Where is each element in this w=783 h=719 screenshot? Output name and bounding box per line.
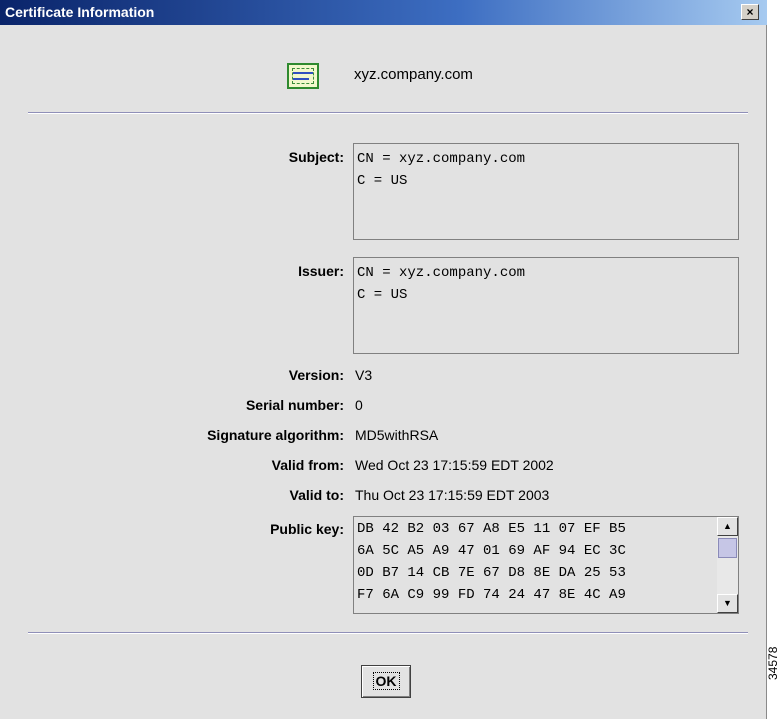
valid-to-label: Valid to: xyxy=(289,487,344,503)
valid-to-value: Thu Oct 23 17:15:59 EDT 2003 xyxy=(355,487,550,503)
public-key-textarea[interactable]: DB 42 B2 03 67 A8 E5 11 07 EF B5 6A 5C A… xyxy=(353,516,739,614)
subject-textarea[interactable]: CN = xyz.company.com C = US xyxy=(353,143,739,240)
issuer-line: CN = xyz.company.com xyxy=(357,265,526,281)
ok-button-label: OK xyxy=(372,672,400,690)
public-key-scrollbar[interactable]: ▲ ▼ xyxy=(717,517,738,613)
scroll-up-icon[interactable]: ▲ xyxy=(717,517,738,536)
public-key-line: 0D B7 14 CB 7E 67 D8 8E DA 25 53 xyxy=(357,565,626,581)
title-bar: Certificate Information × xyxy=(0,0,767,25)
public-key-label: Public key: xyxy=(270,521,344,537)
close-button[interactable]: × xyxy=(741,4,759,20)
public-key-line: 6A 5C A5 A9 47 01 69 AF 94 EC 3C xyxy=(357,543,626,559)
signature-algorithm-value: MD5withRSA xyxy=(355,427,439,443)
scrollbar-thumb[interactable] xyxy=(718,538,737,558)
subject-line: C = US xyxy=(357,173,408,189)
certificate-name: xyz.company.com xyxy=(354,66,473,83)
window-title: Certificate Information xyxy=(5,4,155,20)
public-key-line: DB 42 B2 03 67 A8 E5 11 07 EF B5 xyxy=(357,521,626,537)
valid-from-label: Valid from: xyxy=(271,457,344,473)
bottom-separator xyxy=(28,632,748,634)
serial-number-label: Serial number: xyxy=(245,397,344,413)
scroll-down-icon[interactable]: ▼ xyxy=(717,594,738,613)
issuer-textarea[interactable]: CN = xyz.company.com C = US xyxy=(353,257,739,354)
subject-line: CN = xyz.company.com xyxy=(357,151,526,167)
serial-number-value: 0 xyxy=(355,397,363,413)
certificate-icon xyxy=(287,63,319,89)
public-key-text: DB 42 B2 03 67 A8 E5 11 07 EF B5 6A 5C A… xyxy=(357,518,626,606)
public-key-line: F7 6A C9 99 FD 74 24 47 8E 4C A9 xyxy=(357,587,626,603)
signature-algorithm-label: Signature algorithm: xyxy=(207,427,344,443)
issuer-label: Issuer: xyxy=(298,263,344,279)
subject-label: Subject: xyxy=(288,149,344,165)
version-label: Version: xyxy=(288,367,344,383)
version-value: V3 xyxy=(355,367,373,383)
issuer-line: C = US xyxy=(357,287,408,303)
figure-id: 34578 xyxy=(766,646,780,680)
ok-button[interactable]: OK xyxy=(361,665,411,698)
top-separator xyxy=(28,112,748,114)
certificate-dialog: Certificate Information × xyz.company.co… xyxy=(0,0,767,719)
valid-from-value: Wed Oct 23 17:15:59 EDT 2002 xyxy=(355,457,554,473)
